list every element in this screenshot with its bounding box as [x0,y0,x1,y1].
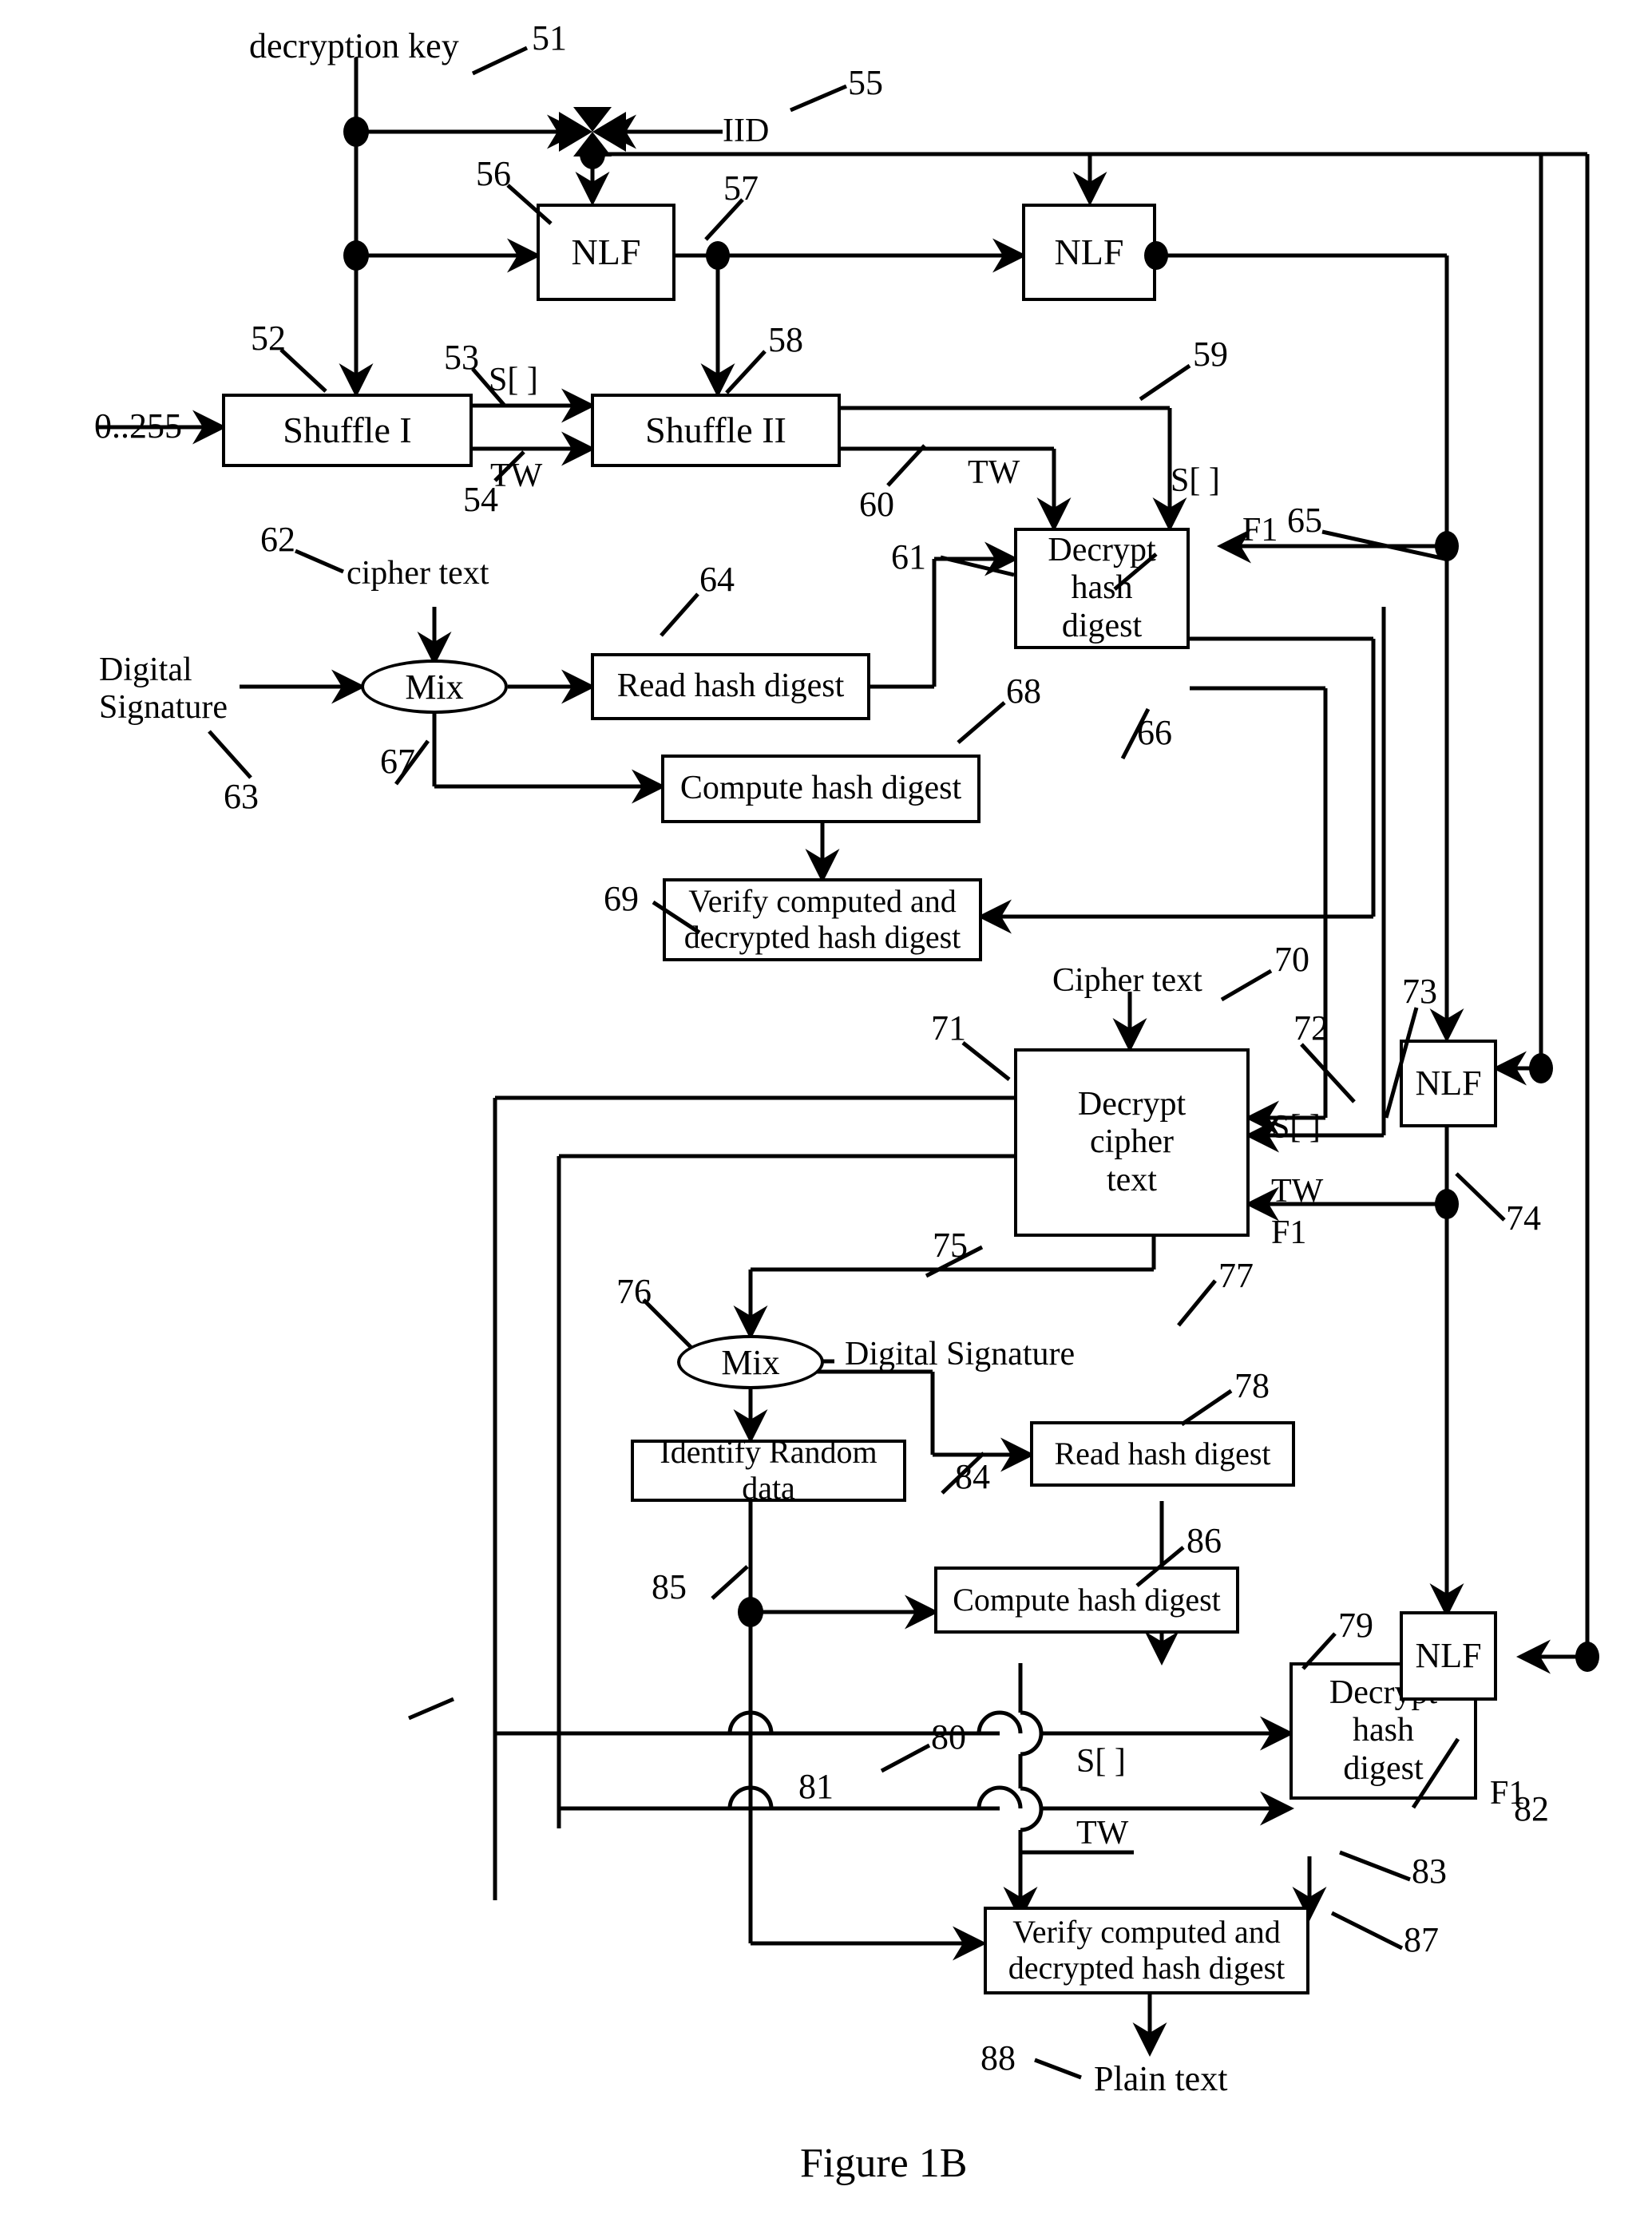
node-decrypt-cipher-text[interactable]: Decrypt cipher text [1014,1048,1250,1237]
label-tw-2: TW [968,454,1020,491]
label-f1-2: F1 [1271,1214,1307,1251]
node-label: Compute hash digest [953,1581,1221,1618]
ref-numeral-86: 86 [1187,1521,1222,1560]
node-label: NLF [1415,1064,1482,1103]
node-mix-1[interactable]: Mix [361,659,508,714]
ref-numeral-73: 73 [1402,972,1437,1011]
node-verify-2[interactable]: Verify computed and decrypted hash diges… [984,1907,1309,1994]
node-label: Shuffle II [645,410,786,451]
node-label: Shuffle I [283,410,412,451]
ref-numeral-55: 55 [848,63,883,102]
label-digital-signature-2: Digital Signature [845,1336,1076,1372]
label-f1-1: F1 [1242,512,1278,549]
label-tw-3: TW [1271,1173,1324,1210]
node-shuffle-1[interactable]: Shuffle I [222,394,473,467]
ref-numeral-52: 52 [251,319,286,358]
ref-numeral-87: 87 [1404,1920,1439,1959]
node-label: Read hash digest [616,667,845,705]
node-label: Mix [405,667,464,707]
node-decrypt-hash-digest-1[interactable]: Decrypt hash digest [1014,528,1190,649]
node-label: Verify computed and decrypted hash diges… [683,883,961,955]
ref-numeral-57: 57 [723,168,759,208]
node-compute-hash-digest-2[interactable]: Compute hash digest [934,1567,1239,1634]
node-label: Compute hash digest [679,770,962,807]
label-cipher-text-lower: cipher text [347,555,489,592]
ref-numeral-67: 67 [380,742,415,781]
label-digital-signature-1: Digital Signature [99,652,228,727]
ref-numeral-69: 69 [604,879,639,918]
ref-numeral-88: 88 [981,2038,1016,2078]
node-verify-1[interactable]: Verify computed and decrypted hash diges… [663,878,982,961]
ref-numeral-58: 58 [768,320,803,359]
ref-numeral-62: 62 [260,520,295,559]
ref-numeral-71: 71 [931,1008,966,1048]
node-label: NLF [1054,232,1124,273]
label-s-array-4: S[ ] [1076,1743,1126,1780]
ref-numeral-66: 66 [1137,713,1172,752]
ref-numeral-60: 60 [859,485,894,524]
ref-numeral-61: 61 [891,537,926,576]
node-label: Decrypt cipher text [1077,1086,1187,1198]
node-compute-hash-digest-1[interactable]: Compute hash digest [661,755,981,823]
ref-numeral-70: 70 [1274,940,1309,979]
ref-numeral-85: 85 [652,1567,687,1606]
label-decryption-key: decryption key [249,26,459,65]
ref-numeral-81: 81 [798,1767,834,1806]
label-s-array-3: S[ ] [1271,1109,1321,1146]
label-s-array-2: S[ ] [1171,462,1220,499]
node-read-hash-digest-1[interactable]: Read hash digest [591,653,870,720]
figure-page: NLF NLF Shuffle I Shuffle II Decrypt has… [0,0,1652,2230]
ref-numeral-65: 65 [1287,501,1322,540]
node-nlf-56[interactable]: NLF [537,204,675,301]
label-cipher-text-upper: Cipher text [1052,962,1202,999]
ref-numeral-84: 84 [955,1457,990,1496]
ref-numeral-72: 72 [1293,1008,1329,1048]
node-label: Identify Random data [660,1434,878,1506]
ref-numeral-53: 53 [444,338,479,377]
node-label: Verify computed and decrypted hash diges… [1008,1914,1286,1986]
node-nlf-73[interactable]: NLF [1400,1040,1497,1127]
node-label: Mix [721,1342,780,1382]
ref-numeral-78: 78 [1234,1366,1270,1405]
ref-numeral-82: 82 [1514,1789,1549,1828]
ref-numeral-54: 54 [463,480,498,519]
label-iid: IID [723,113,770,149]
ref-numeral-76: 76 [616,1272,652,1311]
node-shuffle-2[interactable]: Shuffle II [591,394,841,467]
node-label: Read hash digest [1054,1435,1271,1471]
node-identify-random-data[interactable]: Identify Random data [631,1434,906,1506]
ref-numeral-80: 80 [931,1717,966,1757]
ref-numeral-68: 68 [1006,671,1041,711]
ref-numeral-59: 59 [1193,335,1228,374]
ref-numeral-63: 63 [224,777,259,816]
node-read-hash-digest-2[interactable]: Read hash digest [1030,1421,1295,1487]
ref-numeral-77: 77 [1218,1256,1254,1295]
ref-numeral-74: 74 [1506,1198,1541,1238]
node-mix-2[interactable]: Mix [677,1335,824,1389]
node-label: Decrypt hash digest [1048,532,1156,644]
ref-numeral-83: 83 [1412,1852,1447,1891]
node-label: NLF [1415,1636,1482,1676]
ref-numeral-79: 79 [1338,1606,1373,1645]
node-nlf-top-right[interactable]: NLF [1022,204,1156,301]
ref-numeral-56: 56 [476,154,511,193]
ref-numeral-51: 51 [532,18,567,57]
ref-numeral-64: 64 [699,560,735,599]
label-s-array-1: S[ ] [489,362,538,398]
node-label: NLF [571,232,641,273]
label-tw-4: TW [1076,1815,1129,1852]
label-plain-text: Plain text [1094,2059,1228,2098]
label-range-0-255: 0..255 [94,406,182,446]
node-nlf-82[interactable]: NLF [1400,1611,1497,1701]
ref-numeral-75: 75 [933,1226,968,1265]
figure-caption: Figure 1B [800,2141,968,2186]
